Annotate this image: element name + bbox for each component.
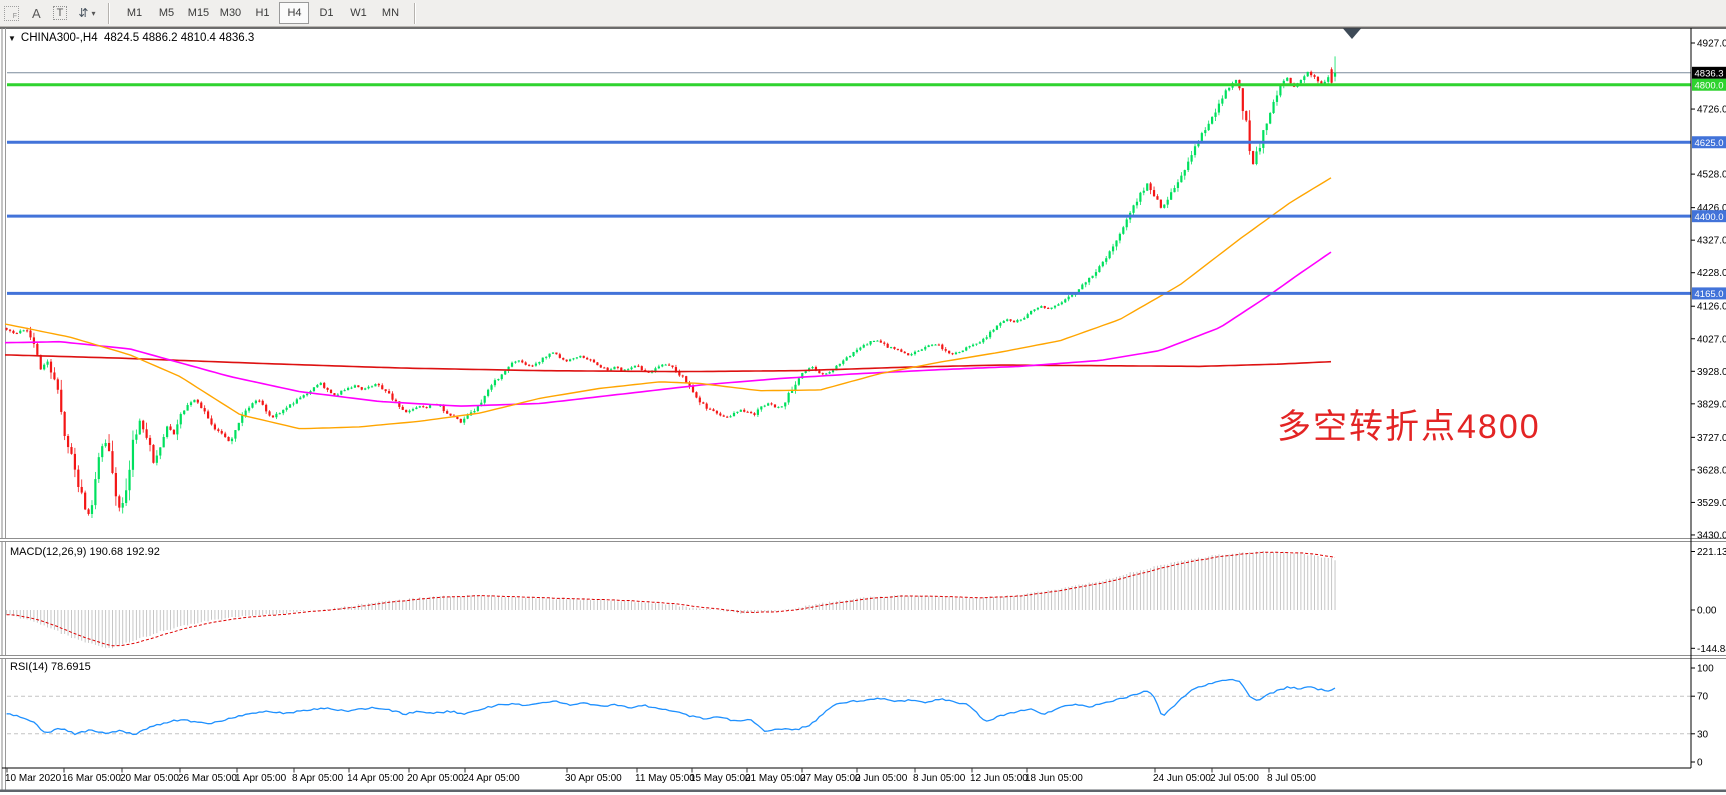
timeframe-button-m5[interactable]: M5 (151, 2, 181, 24)
time-axis-label: 30 Apr 05:00 (565, 773, 622, 784)
axis-tick-label: 4228.0 (1697, 268, 1726, 279)
time-axis-label: 2 Jun 05:00 (855, 773, 908, 784)
axis-tick-label: 3928.0 (1697, 367, 1726, 378)
timeframe-button-h4[interactable]: H4 (279, 2, 309, 24)
price-badge-label: 4625.0 (1695, 138, 1724, 149)
time-axis-label: 24 Jun 05:00 (1153, 773, 1211, 784)
axis-tick-label: 100 (1697, 664, 1714, 675)
axis-tick-label: 3430.0 (1697, 530, 1726, 541)
axis-tick-label: 3628.0 (1697, 465, 1726, 476)
axis-tick-label: -144.84 (1697, 644, 1726, 655)
price-badge-label: 4165.0 (1695, 289, 1724, 300)
timeframe-button-mn[interactable]: MN (375, 2, 405, 24)
axis-tick-label: 3727.0 (1697, 433, 1726, 444)
ohlc-values: 4824.5 4886.2 4810.4 4836.3 (104, 32, 254, 44)
ma-mid-magenta (5, 252, 1331, 406)
time-axis-label: 18 Jun 05:00 (1025, 773, 1083, 784)
price-annotation-text: 多空转折点4800 (1277, 399, 1541, 448)
chevron-down-icon[interactable]: ▼ (8, 34, 16, 43)
axis-tick-label: 3529.0 (1697, 498, 1726, 509)
timeframe-button-m15[interactable]: M15 (183, 2, 213, 24)
chart-canvas[interactable]: 4927.04726.04528.04426.04327.04228.04126… (0, 0, 1726, 795)
window-bottom-bar (0, 790, 1726, 793)
time-axis-label: 8 Apr 05:00 (292, 773, 344, 784)
time-axis-label: 10 Mar 2020 (5, 773, 62, 784)
time-axis-label: 14 Apr 05:00 (347, 773, 404, 784)
text-label-icon[interactable]: A (25, 6, 48, 21)
dropdown-caret-icon[interactable]: ▾ (90, 9, 100, 18)
axis-tick-label: 4027.0 (1697, 334, 1726, 345)
timeframe-button-h1[interactable]: H1 (247, 2, 277, 24)
toolbar-separator (414, 3, 416, 24)
time-axis-label: 8 Jul 05:00 (1267, 773, 1316, 784)
toolbar-separator (108, 3, 110, 24)
axis-tick-label: 4528.0 (1697, 170, 1726, 181)
axis-tick-label: 0.00 (1697, 606, 1717, 617)
cursor-arrow-icon[interactable] (1343, 29, 1361, 40)
macd-layer (7, 551, 1335, 648)
axis-tick-label: 4726.0 (1697, 105, 1726, 116)
axis-tick-label: 30 (1697, 729, 1709, 740)
drag-handle-icon[interactable]: F (4, 6, 19, 21)
top-toolbar: F A T ⇵ ▾ M1M5M15M30H1H4D1W1MN (0, 0, 1726, 27)
symbol-name: CHINA300-,H4 (21, 32, 98, 44)
time-axis-label: 21 May 05:00 (745, 773, 806, 784)
arrows-tool-icon[interactable]: ⇵ (72, 6, 90, 20)
price-badge-label: 4836.3 (1695, 69, 1724, 80)
time-axis-label: 16 Mar 05:00 (62, 773, 121, 784)
axis-tick-label: 4126.0 (1697, 302, 1726, 313)
time-axis-label: 11 May 05:00 (635, 773, 695, 784)
time-axis-label: 15 May 05:00 (690, 773, 751, 784)
price-badge-label: 4800.0 (1695, 81, 1724, 92)
macd-indicator-label: MACD(12,26,9) 190.68 192.92 (10, 546, 160, 558)
time-axis-label: 27 May 05:00 (800, 773, 861, 784)
time-axis-label: 8 Jun 05:00 (913, 773, 966, 784)
time-axis-label: 24 Apr 05:00 (463, 773, 520, 784)
timeframe-button-w1[interactable]: W1 (343, 2, 373, 24)
text-box-icon[interactable]: T (53, 6, 68, 20)
axis-tick-label: 221.13 (1697, 547, 1726, 558)
time-axis-label: 26 Mar 05:00 (178, 773, 237, 784)
time-axis-label: 20 Apr 05:00 (407, 773, 464, 784)
time-axis-label: 2 Jul 05:00 (1210, 773, 1259, 784)
time-axis-label: 1 Apr 05:00 (235, 773, 287, 784)
timeframe-button-m1[interactable]: M1 (119, 2, 149, 24)
timeframe-button-d1[interactable]: D1 (311, 2, 341, 24)
tools-group: F A T ⇵ ▾ (0, 0, 104, 26)
time-axis-label: 20 Mar 05:00 (120, 773, 179, 784)
symbol-title[interactable]: ▼ CHINA300-,H4 4824.5 4886.2 4810.4 4836.… (8, 32, 254, 44)
axis-tick-label: 4327.0 (1697, 236, 1726, 247)
mt4-trading-app: { "toolbar": { "icons": [ {"name": "drag… (0, 0, 1726, 795)
timeframe-group: M1M5M15M30H1H4D1W1MN (114, 0, 410, 26)
macd-signal-line (7, 552, 1335, 646)
axis-tick-label: 3829.0 (1697, 399, 1726, 410)
price-badge-label: 4400.0 (1695, 212, 1724, 223)
rsi-indicator-label: RSI(14) 78.6915 (10, 661, 91, 673)
time-axis-label: 12 Jun 05:00 (970, 773, 1028, 784)
candles-layer (6, 56, 1337, 518)
rsi-line (7, 680, 1335, 735)
axis-tick-label: 4927.0 (1697, 39, 1726, 50)
axis-tick-label: 0 (1697, 758, 1703, 769)
axis-tick-label: 70 (1697, 692, 1709, 703)
timeframe-button-m30[interactable]: M30 (215, 2, 245, 24)
